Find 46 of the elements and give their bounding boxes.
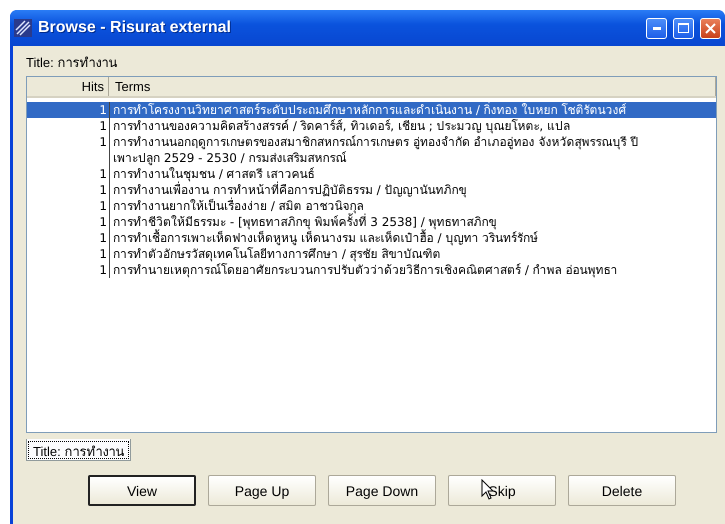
list-row[interactable]: 1 การทำงานนอกฤดูการเกษตรของสมาชิกสหกรณ์การเกษตร อู่ทองจำกัด อำเภออู่ทอง จังหวัดสุพรรณบุรี ปีเพาะปลูก 2529 - 2530 / กรมส่งเสริมสหกรณ์ [27, 134, 716, 166]
maximize-icon [678, 23, 689, 33]
term-cell: การทำงานในชุมชน / ศาสตรี เสาวคนธ์ [109, 166, 716, 182]
tab[interactable]: Title: การทำงาน [26, 439, 132, 461]
list-row[interactable]: 1 การทำงานเพื่องาน การทำหน้าที่คือการปฏิบัติธรรม / ปัญญานันทภิกขุ [27, 182, 716, 198]
window-title: Browse - Risurat external [38, 19, 232, 37]
minimize-icon [652, 26, 660, 30]
term-cell: การทำงานยากให้เป็นเรื่องง่าย / สมิต อาชวนิจกุล [109, 198, 716, 214]
hits-cell-text: 1 [98, 230, 108, 246]
close-icon [705, 22, 716, 34]
hits-cell-text: 1 [98, 246, 108, 262]
column-header[interactable]: Terms [109, 77, 716, 96]
column-header[interactable]: Hits [27, 77, 109, 96]
list-row[interactable]: 1 การทำงานของความคิดสร้างสรรค์ / ริดคาร์ส์, ทิวเดอร์, เชียน ; ประมวญ บุณยโหตะ, แปล [27, 118, 716, 134]
hits-cell-text: 1 [98, 134, 108, 151]
minimize-button[interactable] [646, 18, 667, 38]
term-cell: การทำเชื้อการเพาะเห็ดฟางเห็ดหูหนู เห็ดนางรม และเห็ดเป๋าฮื้อ / บุญทา วรินทร์รักษ์ [109, 230, 716, 246]
term-cell: การทำงานเพื่องาน การทำหน้าที่คือการปฏิบัติธรรม / ปัญญานันทภิกขุ [109, 182, 716, 198]
action-button[interactable]: Page Up [208, 475, 316, 506]
term-cell: การทำนายเหตุการณ์โดยอาศัยกระบวนการปรับตัวว่าด้วยวิธีการเชิงคณิตศาสตร์ / กำพล อ่อนพุทธา [109, 262, 716, 278]
term-cell: การทำงานนอกฤดูการเกษตรของสมาชิกสหกรณ์การเกษตร อู่ทองจำกัด อำเภออู่ทอง จังหวัดสุพรรณบุรี ปีเพาะปลูก 2529 - 2530 / กรมส่งเสริมสหกรณ์ [109, 134, 716, 166]
list-row[interactable]: 1 การทำงานในชุมชน / ศาสตรี เสาวคนธ์ [27, 166, 716, 182]
hits-cell-text: 1 [98, 118, 108, 134]
hits-cell-text: 1 [98, 198, 108, 214]
list-row[interactable]: 1 การทำเชื้อการเพาะเห็ดฟางเห็ดหูหนู เห็ดนางรม และเห็ดเป๋าฮื้อ / บุญทา วรินทร์รักษ์ [27, 230, 716, 246]
hits-cell-text: 1 [98, 214, 108, 230]
term-cell: การทำโครงงานวิทยาศาสตร์ระดับประถมศึกษาหลักการและดำเนินงาน / กิ่งทอง ใบหยก โชติรัตนวงศ์ [109, 102, 716, 118]
list-row[interactable]: 1 การทำตัวอักษรวัสดุเทคโนโลยีทางการศึกษา / สุรชัย สิขาบัณฑิต [27, 246, 716, 262]
list-row[interactable]: 1 การทำนายเหตุการณ์โดยอาศัยกระบวนการปรับตัวว่าด้วยวิธีการเชิงคณิตศาสตร์ / กำพล อ่อนพุทธา [27, 262, 716, 278]
list-row[interactable]: 1 การทำงานยากให้เป็นเรื่องง่าย / สมิต อาชวนิจกุล [27, 198, 716, 214]
query-label: Title: การทำงาน [26, 54, 118, 72]
hits-cell-text: 1 [98, 182, 108, 198]
term-cell: การทำงานของความคิดสร้างสรรค์ / ริดคาร์ส์, ทิวเดอร์, เชียน ; ประมวญ บุณยโหตะ, แปล [109, 118, 716, 134]
list-row[interactable]: 1 การทำชีวิตให้มีธรรมะ - [พุทธทาสภิกขุ พิมพ์ครั้งที่ 3 2538] / พุทธทาสภิกขุ [27, 214, 716, 230]
hits-cell-text: 1 [98, 102, 108, 118]
hits-cell-text: 1 [98, 166, 108, 182]
action-button[interactable]: Page Down [328, 475, 436, 506]
term-cell: การทำชีวิตให้มีธรรมะ - [พุทธทาสภิกขุ พิมพ์ครั้งที่ 3 2538] / พุทธทาสภิกขุ [109, 214, 716, 230]
action-button[interactable]: Delete [568, 475, 676, 506]
term-cell: การทำตัวอักษรวัสดุเทคโนโลยีทางการศึกษา / สุรชัย สิขาบัณฑิต [109, 246, 716, 262]
app-icon [14, 19, 32, 37]
close-button[interactable] [700, 18, 721, 38]
list-row[interactable]: 1 การทำโครงงานวิทยาศาสตร์ระดับประถมศึกษาหลักการและดำเนินงาน / กิ่งทอง ใบหยก โชติรัตนวงศ์ [27, 102, 716, 118]
maximize-button[interactable] [673, 18, 694, 38]
hits-cell-text: 1 [98, 262, 108, 278]
action-button[interactable]: View [88, 475, 196, 506]
